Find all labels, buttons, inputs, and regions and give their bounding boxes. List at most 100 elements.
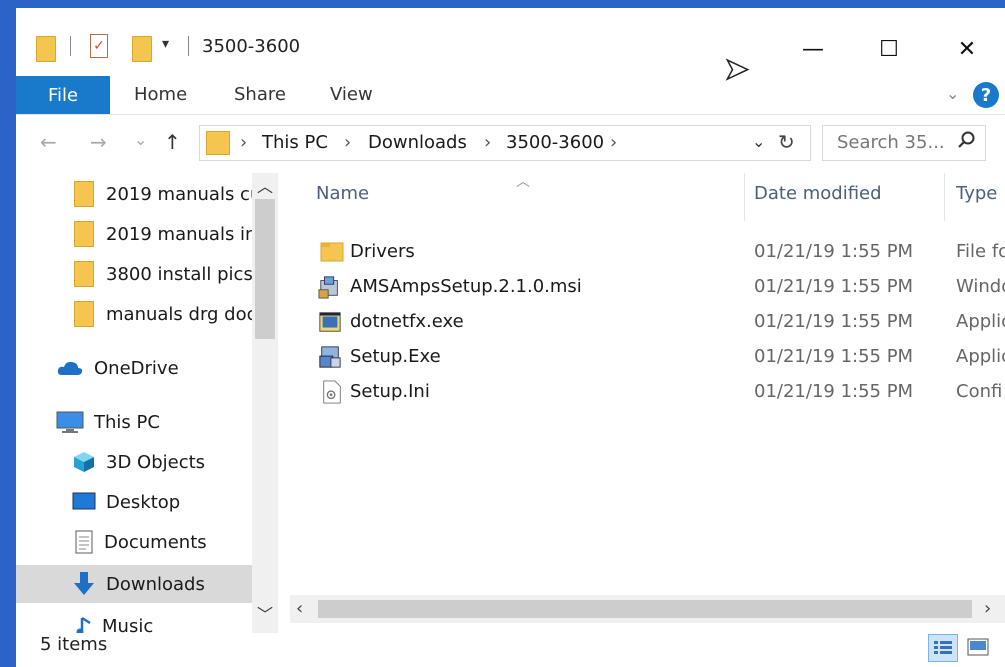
scrollbar-thumb[interactable]: [255, 199, 275, 339]
file-row-drivers[interactable]: Drivers 01/21/19 1:55 PM File fo: [290, 235, 1005, 270]
file-row-setup-exe[interactable]: Setup.Exe 01/21/19 1:55 PM Applic: [290, 340, 1005, 375]
window-frame-top: [0, 0, 1005, 8]
search-input[interactable]: Search 35...: [837, 132, 945, 153]
item-count: 5 items: [40, 634, 108, 655]
document-icon: [74, 530, 94, 554]
column-divider[interactable]: [944, 173, 945, 221]
folder-icon: [74, 261, 94, 287]
sidebar-scrollbar[interactable]: ︿ ﹀: [252, 173, 278, 633]
file-name: AMSAmpsSetup.2.1.0.msi: [350, 276, 582, 297]
breadcrumb-separator[interactable]: ›: [484, 132, 491, 153]
folder-icon: [74, 181, 94, 207]
sidebar-item-documents[interactable]: Documents: [16, 523, 252, 561]
file-type: Windo: [956, 276, 1005, 297]
installer-icon: [318, 276, 338, 299]
window-title: 3500-3600: [202, 36, 301, 57]
sidebar-item-label: 2019 manuals in: [106, 223, 252, 245]
search-box[interactable]: Search 35...: [822, 125, 986, 161]
breadcrumb-separator[interactable]: ›: [610, 132, 617, 153]
separator: [70, 36, 71, 56]
file-date: 01/21/19 1:55 PM: [754, 276, 914, 297]
sidebar-item-3d-objects[interactable]: 3D Objects: [16, 443, 252, 481]
settings-file-icon: [323, 380, 341, 404]
file-list-pane: ︿ Name Date modified Type Drivers 01/21/…: [290, 173, 1005, 603]
expand-ribbon-chevron-icon[interactable]: ⌄: [946, 84, 959, 103]
recent-locations-button[interactable]: ⌄: [134, 130, 147, 149]
breadcrumb-separator[interactable]: ›: [344, 132, 351, 153]
download-icon: [72, 571, 96, 597]
sidebar-item-downloads[interactable]: Downloads: [16, 565, 252, 603]
folder-icon: [74, 301, 94, 327]
maximize-button[interactable]: ☐: [866, 26, 912, 72]
search-icon[interactable]: [957, 130, 977, 155]
sidebar-item-label: Downloads: [106, 573, 205, 595]
details-view-icon[interactable]: [928, 634, 958, 662]
breadcrumb-downloads[interactable]: Downloads: [368, 132, 467, 153]
sidebar-item-3800-install-pics[interactable]: 3800 install pics: [16, 255, 252, 293]
sidebar-item-label: 2019 manuals cu: [106, 183, 252, 205]
scroll-right-icon[interactable]: ›: [984, 598, 991, 619]
column-header-type[interactable]: Type: [956, 183, 997, 204]
sidebar-item-label: This PC: [94, 411, 160, 433]
sidebar-item-2019-manuals-cu[interactable]: 2019 manuals cu: [16, 175, 252, 213]
cloud-icon: [56, 358, 84, 378]
breadcrumb-separator[interactable]: ›: [240, 132, 247, 153]
sidebar-item-this-pc[interactable]: This PC: [16, 403, 252, 441]
column-header-name[interactable]: Name: [316, 183, 369, 204]
setup-icon: [319, 346, 341, 368]
tab-share[interactable]: Share: [234, 84, 286, 105]
minimize-button[interactable]: —: [790, 26, 836, 72]
computer-icon: [56, 410, 84, 434]
folder-icon: [74, 221, 94, 247]
large-icons-view-icon[interactable]: [964, 634, 992, 660]
application-icon: [319, 312, 341, 332]
window-frame-left: [0, 0, 16, 667]
breadcrumb-this-pc[interactable]: This PC: [262, 132, 328, 153]
folder-icon[interactable]: [36, 36, 56, 62]
scroll-left-icon[interactable]: ‹: [296, 598, 303, 619]
sidebar-item-label: 3D Objects: [106, 451, 206, 473]
up-button[interactable]: ↑: [164, 130, 181, 154]
file-name: Setup.Ini: [350, 381, 430, 402]
navigation-pane: 2019 manuals cu 2019 manuals in 3800 ins…: [16, 173, 282, 633]
file-type: Confi: [956, 381, 1003, 402]
file-date: 01/21/19 1:55 PM: [754, 346, 914, 367]
scrollbar-thumb[interactable]: [318, 600, 972, 618]
column-header-date-modified[interactable]: Date modified: [754, 183, 882, 204]
refresh-icon[interactable]: ↻: [778, 130, 795, 154]
scroll-down-icon[interactable]: ﹀: [257, 601, 273, 625]
tab-file[interactable]: File: [16, 76, 110, 114]
back-button[interactable]: ←: [40, 130, 57, 154]
sidebar-item-label: Desktop: [106, 491, 181, 513]
file-type: Applic: [956, 346, 1005, 367]
tab-home[interactable]: Home: [134, 84, 187, 105]
sidebar-item-2019-manuals-in[interactable]: 2019 manuals in: [16, 215, 252, 253]
help-icon[interactable]: ?: [973, 82, 999, 108]
horizontal-scrollbar[interactable]: ‹ ›: [290, 595, 1005, 623]
file-name: Drivers: [350, 241, 415, 262]
scroll-up-icon[interactable]: ︿: [257, 173, 273, 197]
sidebar-item-desktop[interactable]: Desktop: [16, 483, 252, 521]
file-row-setup-ini[interactable]: Setup.Ini 01/21/19 1:55 PM Confi: [290, 375, 1005, 410]
sidebar-item-onedrive[interactable]: OneDrive: [16, 349, 252, 387]
close-button[interactable]: ✕: [944, 26, 990, 72]
address-bar[interactable]: › This PC › Downloads › 3500-3600 › ⌄ ↻: [199, 125, 811, 161]
file-row-dotnetfx[interactable]: dotnetfx.exe 01/21/19 1:55 PM Applic: [290, 305, 1005, 340]
title-bar: ✓ ▾ 3500-3600 ➤ — ☐ ✕: [16, 8, 1005, 88]
file-date: 01/21/19 1:55 PM: [754, 381, 914, 402]
sidebar-item-manuals-drg-doc[interactable]: manuals drg doc: [16, 295, 252, 333]
ribbon-tabs: File Home Share View ⌄ ?: [16, 76, 1005, 115]
column-divider[interactable]: [744, 173, 745, 221]
file-name: Setup.Exe: [350, 346, 441, 367]
file-row-amsampssetup[interactable]: AMSAmpsSetup.2.1.0.msi 01/21/19 1:55 PM …: [290, 270, 1005, 305]
forward-button[interactable]: →: [90, 130, 107, 154]
breadcrumb-3500-3600[interactable]: 3500-3600: [506, 132, 604, 153]
address-dropdown-icon[interactable]: ⌄: [752, 132, 765, 151]
properties-icon[interactable]: ✓: [90, 34, 108, 58]
sidebar-item-label: Documents: [104, 531, 207, 553]
new-folder-icon[interactable]: [132, 36, 152, 62]
quick-access-dropdown[interactable]: ▾: [162, 36, 169, 52]
file-date: 01/21/19 1:55 PM: [754, 241, 914, 262]
folder-icon: [320, 242, 344, 262]
tab-view[interactable]: View: [330, 84, 373, 105]
